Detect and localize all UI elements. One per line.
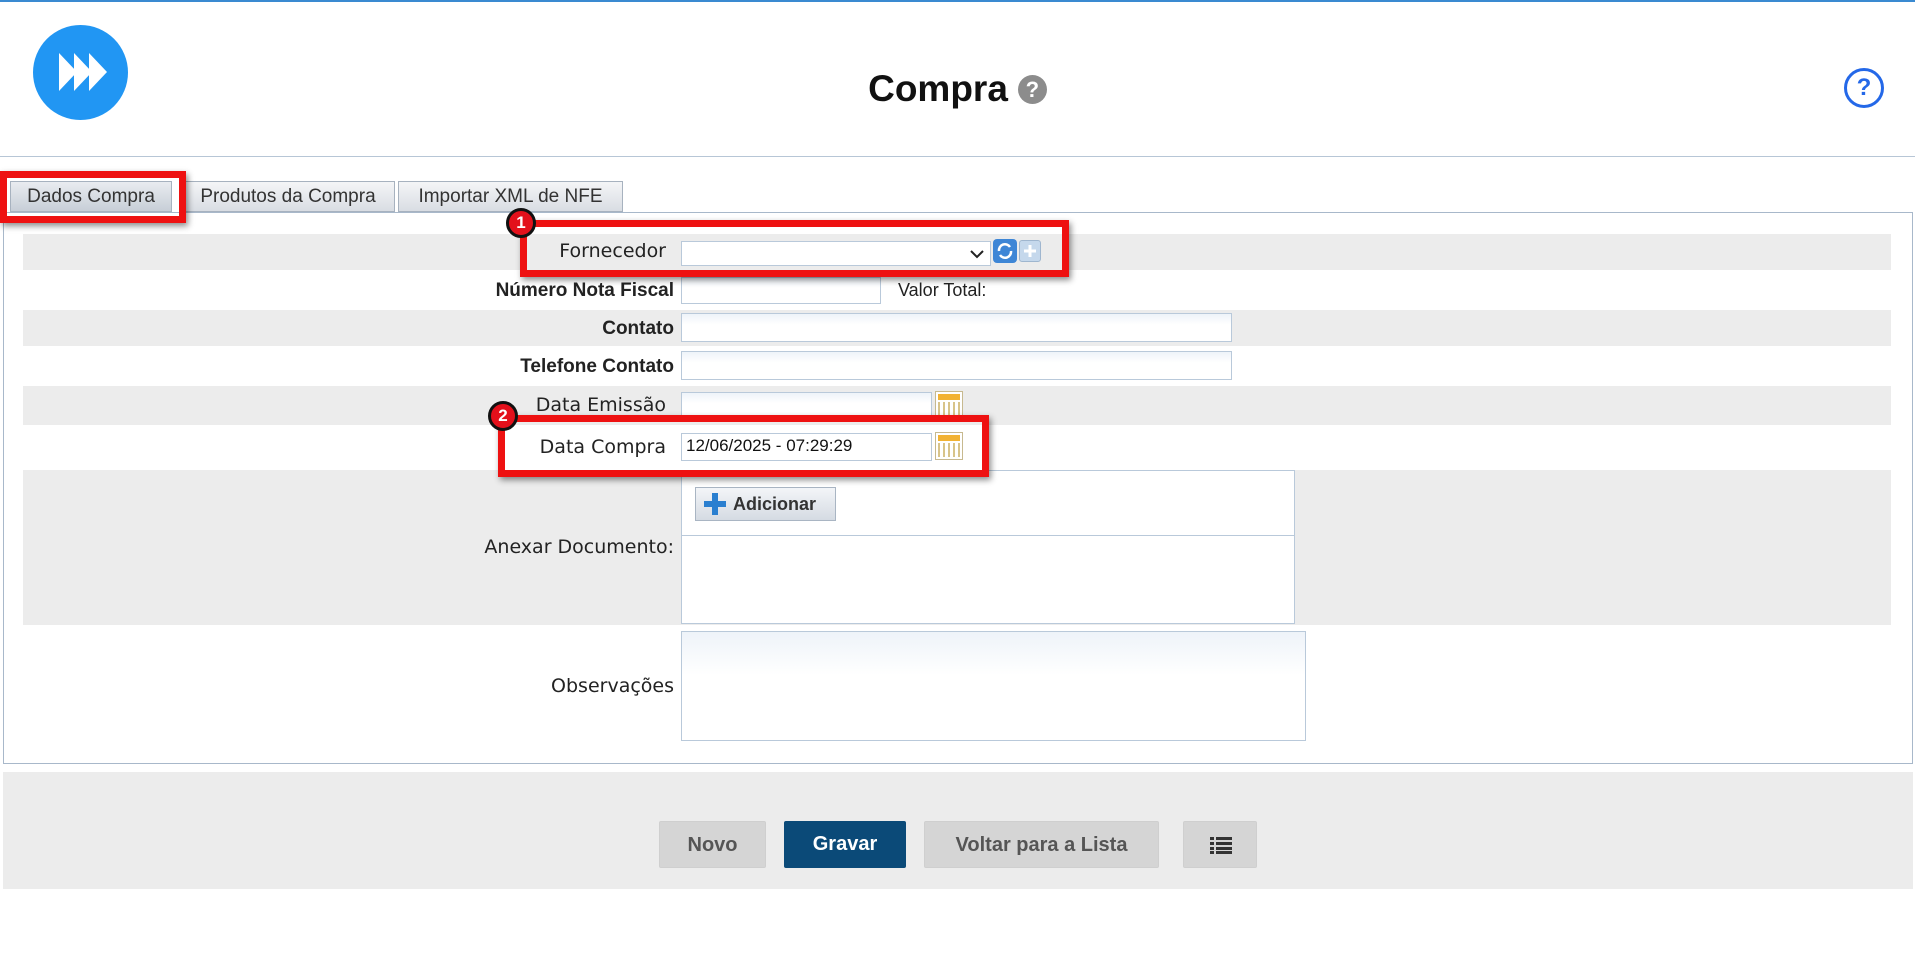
telefone-contato-input[interactable] <box>681 351 1232 380</box>
contato-label: Contato <box>602 318 674 339</box>
attachment-box: Adicionar <box>681 470 1295 624</box>
data-emissao-label: Data Emissão <box>535 394 666 416</box>
contato-input[interactable] <box>681 313 1232 342</box>
highlight-tab-dados-compra <box>0 171 186 223</box>
header-divider <box>0 156 1915 157</box>
voltar-para-lista-button[interactable]: Voltar para a Lista <box>924 821 1159 868</box>
page-title-text: Compra <box>868 68 1008 110</box>
anexar-documento-label: Anexar Documento: <box>484 536 674 558</box>
question-icon[interactable]: ? <box>1017 74 1047 104</box>
top-accent-line <box>0 0 1915 2</box>
list-icon <box>1210 837 1232 854</box>
valor-total-label: Valor Total: <box>898 280 987 300</box>
plus-icon <box>704 493 726 515</box>
list-button[interactable] <box>1183 821 1257 868</box>
novo-button[interactable]: Novo <box>659 821 766 868</box>
telefone-contato-label: Telefone Contato <box>520 356 674 377</box>
highlight-fornecedor <box>520 220 1069 277</box>
adicionar-label: Adicionar <box>733 494 817 514</box>
page-title: Compra? <box>0 66 1915 110</box>
numero-nota-input[interactable] <box>681 277 881 304</box>
attachment-divider <box>682 535 1294 536</box>
adicionar-button[interactable]: Adicionar <box>695 487 836 521</box>
gravar-button[interactable]: Gravar <box>784 821 906 868</box>
numero-nota-label: Número Nota Fiscal <box>495 280 674 301</box>
annotation-badge-1: 1 <box>506 208 536 238</box>
highlight-data-compra <box>498 415 989 477</box>
observacoes-textarea[interactable] <box>681 631 1306 741</box>
help-circle-icon[interactable]: ? <box>1844 68 1884 108</box>
annotation-badge-2: 2 <box>488 401 518 431</box>
tab-importar-xml-nfe[interactable]: Importar XML de NFE <box>398 181 623 212</box>
tab-produtos-da-compra[interactable]: Produtos da Compra <box>181 181 395 212</box>
observacoes-label: Observações <box>551 675 674 697</box>
